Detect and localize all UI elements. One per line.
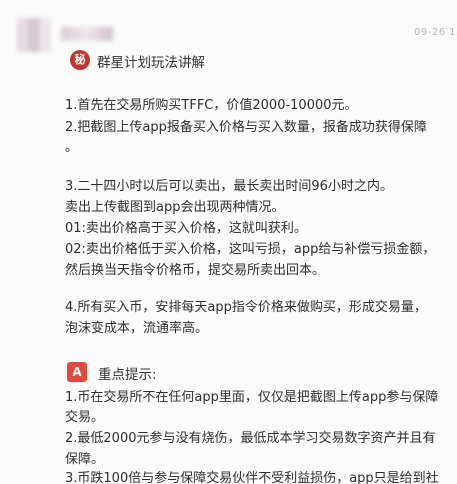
content-line-2: 2.把截图上传app报备买入价格与买入数量，报备成功获得保障 (65, 120, 427, 135)
content-line-10: 泡沫变成本，流通率高。 (65, 321, 209, 336)
note-line-4: 保障。 (65, 452, 105, 467)
note-line-1: 1.币在交易所不在任何app里面，仅仅是把截图上传app参与保障 (65, 390, 439, 405)
alert-icon: A (67, 362, 87, 382)
content-line-1: 1.首先在交易所购买TFFC，价值2000-10000元。 (65, 98, 358, 113)
content-line-6: 01:卖出价格高于买入价格，这就叫获利。 (65, 221, 307, 236)
note-line-5: 3.币跌100倍与参与保障交易伙伴不受利益损伤，app只是给到社 (65, 471, 439, 484)
content-line-4: 3.二十四小时以后可以卖出，最长卖出时间96小时之内。 (65, 179, 393, 194)
content-line-7: 02:卖出价格低于买入价格，这叫亏损，app给与补偿亏损金额， (65, 242, 436, 257)
post-screenshot: 09-26 13 秘 群星计划玩法讲解 1.首先在交易所购买TFFC，价值200… (0, 0, 457, 484)
content-line-5: 卖出上传截图到app会出现两种情况。 (65, 200, 285, 215)
content-line-8: 然后换当天指令价格币，提交易所卖出回本。 (65, 263, 326, 278)
username-blurred[interactable] (61, 27, 113, 41)
section-title: 重点提示: (98, 367, 157, 383)
note-line-3: 2.最低2000元参与没有烧伤，最低成本学习交易数字资产并且有 (65, 431, 436, 446)
content-line-9: 4.所有买入币，安排每天app指令价格来做购买，形成交易量， (65, 300, 427, 315)
avatar[interactable] (17, 18, 51, 52)
post-timestamp: 09-26 13 (414, 27, 457, 38)
note-line-2: 交易。 (65, 410, 105, 425)
secret-icon: 秘 (70, 50, 90, 70)
content-line-3: 。 (65, 140, 79, 155)
post-title: 群星计划玩法讲解 (97, 55, 205, 71)
